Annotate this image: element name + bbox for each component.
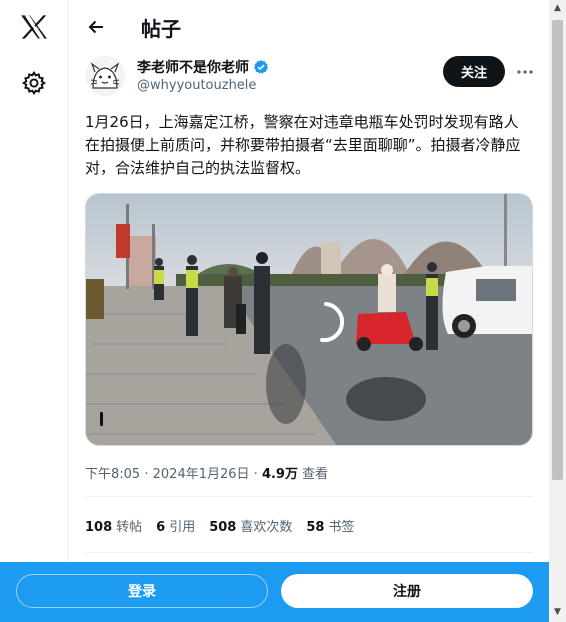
author-name[interactable]: 李老师不是你老师 [137, 57, 249, 77]
author-handle[interactable]: @whyyoutouzhele [137, 78, 256, 93]
follow-button[interactable]: 关注 [443, 56, 505, 87]
signup-button[interactable]: 注册 [281, 574, 533, 608]
separator-dot: · [253, 467, 258, 482]
divider [85, 496, 533, 497]
post-video[interactable] [85, 193, 533, 446]
scroll-down-arrow-icon[interactable]: ▼ [553, 608, 562, 617]
video-frame [86, 194, 532, 445]
separator-dot: · [144, 467, 149, 482]
post-time[interactable]: 下午8:05 [85, 467, 140, 482]
gear-icon[interactable] [17, 66, 51, 100]
post-meta: 下午8:05 · 2024年1月26日 · 4.9万 查看 [85, 463, 328, 482]
scroll-up-arrow-icon[interactable]: ▲ [553, 4, 562, 13]
post-date[interactable]: 2024年1月26日 [153, 467, 250, 482]
login-button[interactable]: 登录 [16, 574, 268, 608]
stat-reposts[interactable]: 108 转帖 [85, 516, 142, 535]
top-bar: 帖子 [69, 0, 549, 56]
left-nav [0, 0, 69, 622]
stat-bookmarks[interactable]: 58 书签 [306, 516, 354, 535]
stat-likes[interactable]: 508 喜欢次数 [209, 516, 292, 535]
scrollbar-thumb[interactable] [552, 20, 563, 480]
stat-quotes[interactable]: 6 引用 [156, 516, 195, 535]
engagement-stats: 108 转帖 6 引用 508 喜欢次数 58 书签 [85, 516, 354, 535]
avatar[interactable] [85, 56, 125, 96]
verified-badge-icon [253, 59, 269, 75]
login-bar: 登录 注册 [0, 562, 549, 622]
page-title: 帖子 [141, 17, 181, 41]
views-count: 4.9万 [261, 467, 298, 482]
post-text: 1月26日，上海嘉定江桥，警察在对违章电瓶车处罚时发现有路人在拍摄便上前质问，并… [85, 113, 521, 177]
views-label: 查看 [302, 467, 329, 482]
x-logo-icon[interactable] [17, 10, 51, 44]
divider [85, 552, 533, 553]
main-column: 帖子 李老师不是你老师 @whyyoutouzhele 关注 1月26日，上海嘉… [69, 0, 549, 622]
author-name-row[interactable]: 李老师不是你老师 [137, 57, 269, 77]
back-arrow-icon[interactable] [83, 14, 109, 40]
more-options-icon[interactable] [513, 60, 537, 84]
scrollbar[interactable]: ▲ ▼ [549, 0, 566, 622]
